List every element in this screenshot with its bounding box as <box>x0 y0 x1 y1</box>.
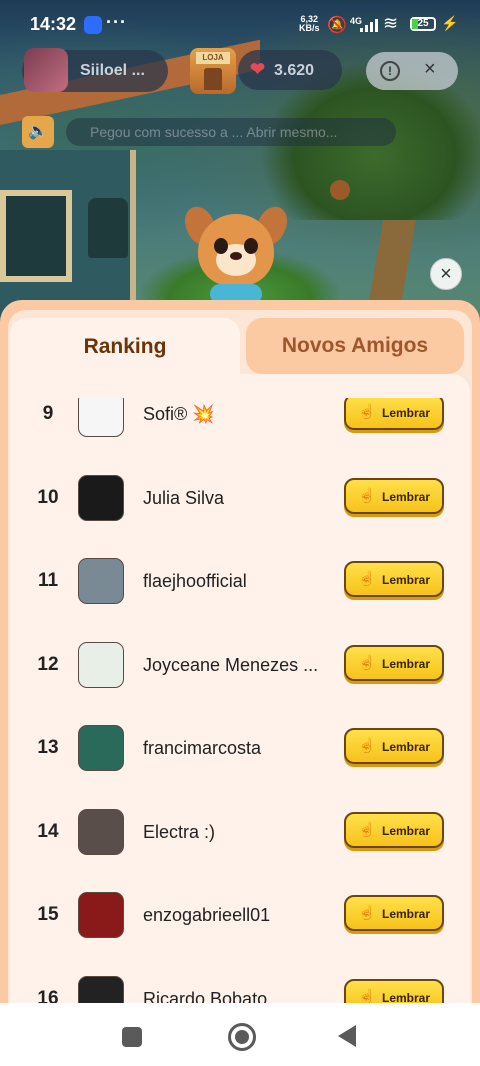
avatar[interactable] <box>78 398 124 437</box>
tab-ranking[interactable]: Ranking <box>10 318 240 376</box>
ranking-row: 13 francimarcosta ☝ Lembrar <box>10 706 460 790</box>
ranking-row: 15 enzogabrieell01 ☝ Lembrar <box>10 873 460 957</box>
rank-number: 15 <box>37 904 59 925</box>
hud-actions: ! × <box>366 52 458 90</box>
network-speed: 6,32 KB/s <box>299 14 320 33</box>
speaker-icon[interactable]: 🔈 <box>22 116 54 148</box>
news-ticker: 🔈 Pegou com sucesso a ... Abrir mesmo... <box>22 116 396 148</box>
ticker-text: Pegou com sucesso a ... Abrir mesmo... <box>66 118 396 146</box>
mute-icon: 🔕 <box>327 17 347 34</box>
ranking-row: 9 Sofi® 💥 ☝ Lembrar <box>10 398 460 456</box>
shop-button[interactable]: LOJA <box>190 48 236 94</box>
coconut <box>330 180 350 200</box>
home-button[interactable] <box>228 1023 256 1051</box>
close-icon[interactable]: × <box>424 58 436 81</box>
heart-icon: ❤ <box>250 59 266 79</box>
remind-button[interactable]: ☝ Lembrar <box>344 561 444 597</box>
remind-label: Lembrar <box>382 657 431 671</box>
avatar[interactable] <box>78 809 124 855</box>
hand-pointer-icon: ☝ <box>358 654 376 670</box>
player-profile[interactable]: Siiloel ... <box>22 48 168 92</box>
rank-number: 13 <box>37 737 59 758</box>
hand-pointer-icon: ☝ <box>358 403 376 419</box>
signal-icon <box>358 18 378 32</box>
remind-button[interactable]: ☝ Lembrar <box>344 478 444 514</box>
hearts-counter[interactable]: ❤ 3.620 <box>238 50 342 90</box>
rank-number: 11 <box>37 570 59 591</box>
friend-name: Ricardo Bobato <box>143 989 268 1003</box>
avatar[interactable] <box>78 642 124 688</box>
rank-number: 12 <box>37 654 59 675</box>
ranking-list[interactable]: 9 Sofi® 💥 ☝ Lembrar 10 Julia Silva ☝ Lembrar 11 f… <box>10 398 460 1003</box>
friend-name: francimarcosta <box>143 738 262 758</box>
player-name: Siiloel ... <box>80 62 145 79</box>
friend-name: Julia Silva <box>143 488 225 508</box>
ranking-row: 16 Ricardo Bobato ☝ Lembrar <box>10 957 460 1003</box>
messenger-app-icon <box>84 16 102 34</box>
rank-number: 14 <box>37 821 59 842</box>
rank-number: 16 <box>37 988 59 1003</box>
navigation-bar <box>0 1003 480 1066</box>
avatar[interactable] <box>78 725 124 771</box>
ranking-row: 12 Joyceane Menezes ... ☝ Lembrar <box>10 623 460 707</box>
shop-icon <box>204 68 222 90</box>
more-notifications-icon: ··· <box>106 12 127 32</box>
remind-label: Lembrar <box>382 573 431 587</box>
street-lamp <box>88 198 128 258</box>
status-bar: 14:32 ··· 6,32 KB/s 🔕 4G ≋ 25 ⚡ <box>0 0 480 48</box>
remind-button[interactable]: ☝ Lembrar <box>344 812 444 848</box>
hand-pointer-icon: ☝ <box>358 737 376 753</box>
remind-button[interactable]: ☝ Lembrar <box>344 895 444 931</box>
avatar[interactable] <box>78 558 124 604</box>
remind-button[interactable]: ☝ Lembrar <box>344 979 444 1003</box>
hand-pointer-icon: ☝ <box>358 988 376 1003</box>
friend-name: Joyceane Menezes ... <box>143 655 319 675</box>
shop-label: LOJA <box>196 52 230 64</box>
rank-number: 10 <box>37 487 59 508</box>
remind-label: Lembrar <box>382 406 431 420</box>
remind-button[interactable]: ☝ Lembrar <box>344 398 444 430</box>
hand-pointer-icon: ☝ <box>358 904 376 920</box>
info-icon[interactable]: ! <box>380 61 400 81</box>
dog-mascot <box>179 201 293 304</box>
remind-label: Lembrar <box>382 907 431 921</box>
ranking-row: 14 Electra :) ☝ Lembrar <box>10 790 460 874</box>
remind-label: Lembrar <box>382 490 431 504</box>
charging-icon: ⚡ <box>441 15 459 31</box>
remind-label: Lembrar <box>382 824 431 838</box>
back-button[interactable] <box>338 1025 356 1047</box>
friend-name: enzogabrieell01 <box>143 905 271 925</box>
avatar[interactable] <box>78 892 124 938</box>
friend-name: flaejhoofficial <box>143 571 247 591</box>
avatar <box>24 48 68 92</box>
remind-label: Lembrar <box>382 991 431 1003</box>
remind-label: Lembrar <box>382 740 431 754</box>
ranking-row: 11 flaejhoofficial ☝ Lembrar <box>10 539 460 623</box>
rank-number: 9 <box>42 403 54 424</box>
clock: 14:32 <box>30 14 77 34</box>
ranking-row: 10 Julia Silva ☝ Lembrar <box>10 456 460 540</box>
hand-pointer-icon: ☝ <box>358 821 376 837</box>
remind-button[interactable]: ☝ Lembrar <box>344 645 444 681</box>
wifi-icon: ≋ <box>383 13 399 33</box>
friend-name: Electra :) <box>143 822 216 842</box>
hearts-value: 3.620 <box>274 62 315 79</box>
remind-button[interactable]: ☝ Lembrar <box>344 728 444 764</box>
avatar[interactable] <box>78 475 124 521</box>
friend-name: Sofi® 💥 <box>143 404 215 424</box>
hand-pointer-icon: ☝ <box>358 487 376 503</box>
hand-pointer-icon: ☝ <box>358 570 376 586</box>
battery-icon: 25 <box>410 17 436 31</box>
tab-new-friends[interactable]: Novos Amigos <box>246 318 464 374</box>
recents-button[interactable] <box>122 1027 142 1047</box>
avatar[interactable] <box>78 976 124 1003</box>
popup-close-button[interactable]: × <box>430 258 462 290</box>
